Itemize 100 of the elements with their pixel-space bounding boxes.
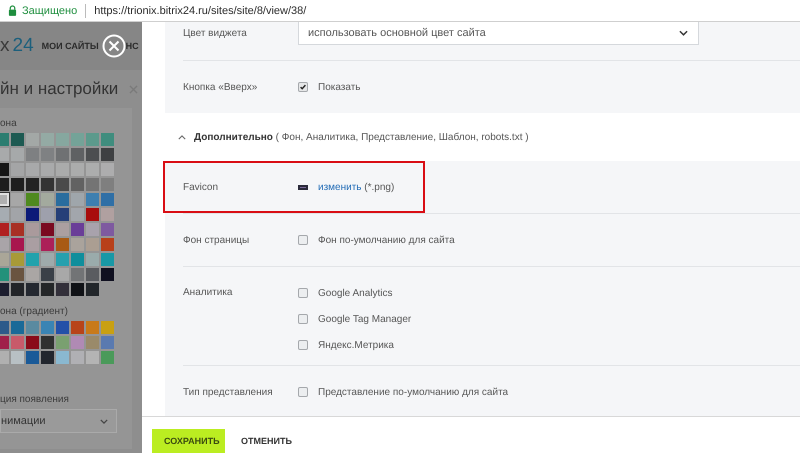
color-swatch[interactable] [86, 133, 99, 146]
color-swatch[interactable] [101, 336, 114, 349]
color-swatch[interactable] [26, 351, 39, 364]
option-label: Представление по-умолчанию для сайта [318, 386, 508, 398]
section-heading[interactable]: Дополнительно ( Фон, Аналитика, Представление, Шаблон, robots.txt ) [194, 132, 529, 142]
color-swatch[interactable] [56, 193, 69, 206]
color-swatch[interactable] [86, 283, 99, 296]
color-swatch[interactable] [11, 133, 24, 146]
color-swatch[interactable] [86, 321, 99, 334]
option-label: Яндекс.Метрика [318, 340, 394, 350]
color-swatch[interactable] [71, 336, 84, 349]
color-swatch[interactable] [86, 178, 99, 191]
color-swatch[interactable] [11, 321, 24, 334]
color-swatch[interactable] [101, 148, 114, 161]
logo-text: x [0, 35, 10, 57]
color-swatch[interactable] [26, 283, 39, 296]
checkbox[interactable] [298, 235, 308, 245]
color-swatch[interactable] [101, 238, 114, 251]
color-swatch[interactable] [26, 336, 39, 349]
color-swatch[interactable] [101, 223, 114, 236]
color-swatch[interactable] [11, 253, 24, 266]
color-swatch[interactable] [11, 193, 24, 206]
animation-select[interactable]: нимации [0, 409, 117, 433]
color-select[interactable]: использовать основной цвет сайта [298, 22, 699, 45]
cancel-button[interactable]: ОТМЕНИТЬ [229, 429, 304, 453]
color-swatch[interactable] [26, 321, 39, 334]
checkbox[interactable] [298, 340, 308, 350]
color-swatch[interactable] [11, 283, 24, 296]
color-swatch[interactable] [56, 178, 69, 191]
color-swatch[interactable] [11, 178, 24, 191]
color-swatch[interactable] [56, 321, 69, 334]
color-swatch[interactable] [71, 321, 84, 334]
color-swatch[interactable] [41, 238, 54, 251]
file-type-hint: (*.png) [364, 182, 394, 192]
color-swatch[interactable] [71, 268, 84, 281]
color-swatch[interactable] [101, 193, 114, 206]
color-swatch[interactable] [101, 208, 114, 221]
field-label: Favicon [183, 182, 220, 192]
color-swatch[interactable] [41, 336, 54, 349]
color-swatch[interactable] [26, 193, 39, 206]
color-swatch[interactable] [86, 336, 99, 349]
color-swatch[interactable] [101, 133, 114, 146]
field-label: Фон страницы [183, 234, 250, 246]
checkbox[interactable] [298, 288, 308, 298]
color-swatch[interactable] [71, 283, 84, 296]
nav-link[interactable]: НС [126, 41, 139, 51]
color-swatch[interactable] [56, 208, 69, 221]
chevron-down-icon [679, 30, 688, 36]
color-swatch[interactable] [71, 253, 84, 266]
color-swatch[interactable] [71, 223, 84, 236]
color-swatch[interactable] [56, 351, 69, 364]
color-swatch[interactable] [11, 208, 24, 221]
color-swatch[interactable] [56, 283, 69, 296]
color-swatch[interactable] [41, 178, 54, 191]
section-label: она [0, 118, 18, 129]
checkbox[interactable] [298, 387, 308, 397]
color-swatch[interactable] [26, 178, 39, 191]
color-swatch[interactable] [41, 283, 54, 296]
checkbox[interactable] [298, 314, 308, 324]
color-swatch[interactable] [86, 163, 99, 176]
url-text[interactable]: https://trionix.bitrix24.ru/sites/site/8/view/38/ [94, 4, 306, 16]
chevron-icon[interactable] [178, 134, 186, 140]
nav-link[interactable]: МОИ САЙТЫ [42, 41, 99, 51]
color-swatch[interactable] [71, 178, 84, 191]
color-swatch[interactable] [41, 223, 54, 236]
panel-title: йн и настройки [0, 79, 118, 99]
color-swatch[interactable] [41, 321, 54, 334]
color-swatch[interactable] [86, 193, 99, 206]
color-swatch[interactable] [56, 148, 69, 161]
field-label: Аналитика [183, 287, 234, 298]
option-label: Фон по-умолчанию для сайта [318, 234, 455, 246]
color-swatch[interactable] [101, 321, 114, 334]
color-swatch[interactable] [41, 268, 54, 281]
checkbox[interactable] [298, 82, 308, 92]
color-swatch[interactable] [56, 253, 69, 266]
color-swatch[interactable] [26, 208, 39, 221]
color-swatch[interactable] [86, 148, 99, 161]
color-swatch[interactable] [41, 351, 54, 364]
color-swatch[interactable] [11, 336, 24, 349]
color-swatch[interactable] [11, 223, 24, 236]
color-swatch[interactable] [71, 351, 84, 364]
change-link[interactable]: изменить [318, 182, 362, 192]
color-swatch[interactable] [101, 163, 114, 176]
color-swatch[interactable] [101, 351, 114, 364]
color-swatch[interactable] [56, 238, 69, 251]
color-swatch[interactable] [11, 268, 24, 281]
color-swatch[interactable] [11, 351, 24, 364]
color-swatch[interactable] [101, 253, 114, 266]
color-swatch[interactable] [101, 268, 114, 281]
save-button[interactable]: СОХРАНИТЬ [152, 429, 225, 453]
color-swatch[interactable] [71, 133, 84, 146]
color-swatch[interactable] [56, 336, 69, 349]
color-swatch[interactable] [26, 253, 39, 266]
field-label: Кнопка «Вверх» [183, 82, 258, 92]
color-swatch[interactable] [11, 238, 24, 251]
color-swatch[interactable] [86, 351, 99, 364]
color-swatch[interactable] [86, 208, 99, 221]
option-label: Показать [318, 82, 361, 92]
color-swatch[interactable] [86, 268, 99, 281]
color-swatch[interactable] [71, 148, 84, 161]
